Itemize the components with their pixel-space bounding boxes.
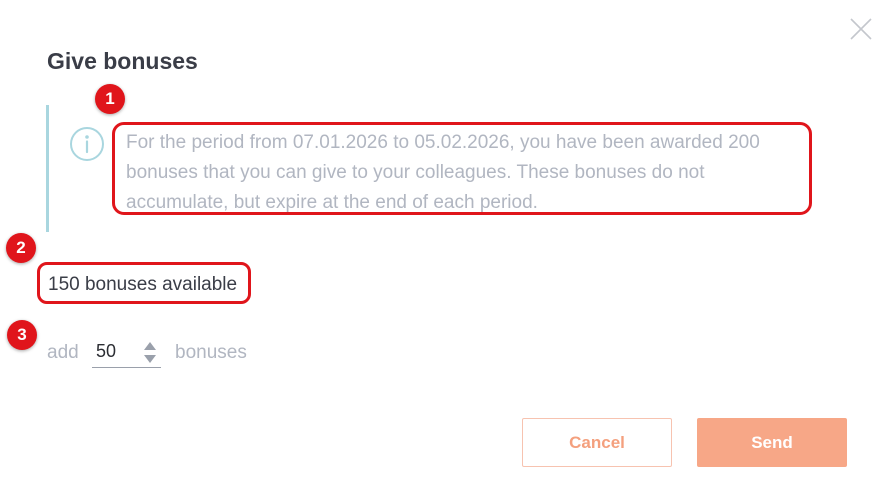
close-icon [850, 18, 872, 40]
info-highlight-box: For the period from 07.01.2026 to 05.02.… [112, 122, 812, 215]
close-button[interactable] [848, 16, 874, 42]
cancel-button[interactable]: Cancel [522, 418, 672, 467]
info-icon [70, 127, 104, 161]
add-label: add [47, 342, 79, 363]
info-text: For the period from 07.01.2026 to 05.02.… [126, 132, 760, 213]
quantity-stepper [92, 337, 161, 368]
chevron-down-icon[interactable] [143, 354, 157, 364]
send-button[interactable]: Send [697, 418, 847, 467]
info-accent-bar [46, 105, 49, 232]
chevron-up-icon[interactable] [143, 341, 157, 351]
dialog-title: Give bonuses [47, 48, 198, 74]
annotation-badge-1: 1 [95, 84, 125, 114]
quantity-input[interactable] [92, 337, 140, 366]
annotation-badge-2: 2 [6, 233, 36, 263]
annotation-badge-3: 3 [7, 320, 37, 350]
bonuses-unit-label: bonuses [175, 342, 247, 363]
available-bonuses-text: 150 bonuses available [48, 274, 238, 295]
